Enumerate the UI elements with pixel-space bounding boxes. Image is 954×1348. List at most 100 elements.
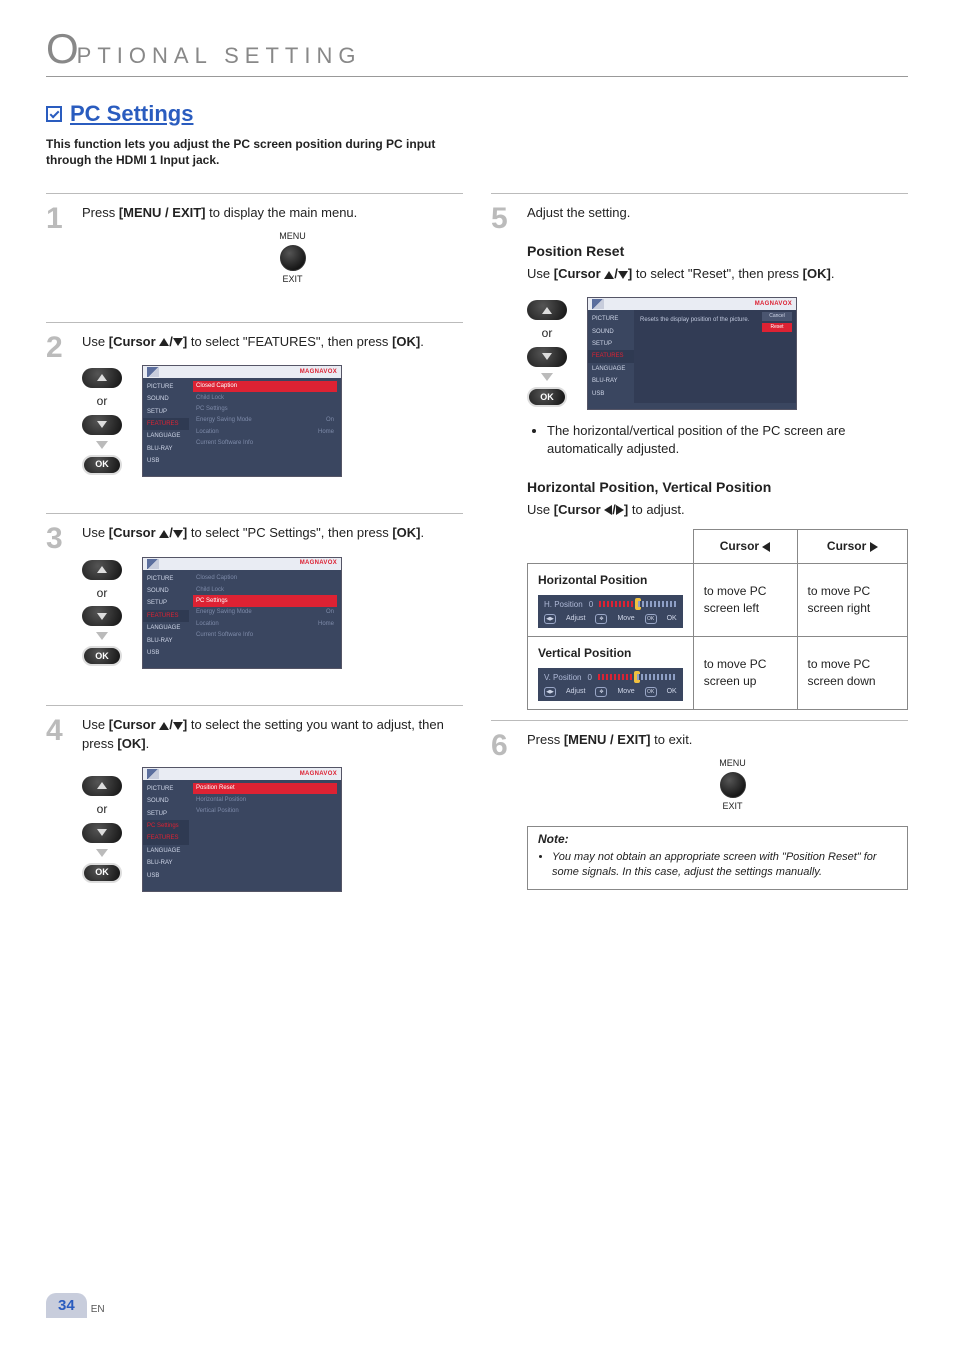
page-footer: 34 EN xyxy=(46,1293,105,1318)
pad-up-icon xyxy=(82,776,122,796)
osd-sidebar-item: LANGUAGE xyxy=(143,622,189,634)
move-icon: ✥ xyxy=(595,614,607,624)
reset-pre: Use xyxy=(527,266,554,281)
or-label: or xyxy=(97,393,108,410)
s5-text: Adjust the setting. xyxy=(527,205,630,220)
s2-ok: [OK] xyxy=(392,334,420,349)
right-column: 5 Adjust the setting. Position Reset Use… xyxy=(491,193,908,928)
osd-item: Vertical Position xyxy=(193,806,337,817)
osd-sidebar-item: BLU-RAY xyxy=(143,857,189,869)
osd-features-menu: MAGNAVOX PICTURE SOUND SETUP FEATURES LA… xyxy=(142,365,342,478)
osd-logo-icon xyxy=(147,769,159,779)
pad-up-icon xyxy=(82,560,122,580)
step-number: 1 xyxy=(46,204,70,285)
s3-pre: Use xyxy=(82,525,109,540)
osd-reset-button: Reset xyxy=(762,323,792,332)
reset-end: . xyxy=(831,266,835,281)
cursor-pad-graphic: or OK xyxy=(82,560,122,667)
row-title: Horizontal Position xyxy=(538,572,683,589)
osd-main-list: Closed Caption Child Lock PC Settings En… xyxy=(189,378,341,471)
osd-sidebar: PICTURE SOUND SETUP FEATURES LANGUAGE BL… xyxy=(588,310,634,403)
s2-bold: [Cursor xyxy=(109,334,160,349)
osd-sidebar-item: USB xyxy=(588,388,634,400)
osd-logo-icon xyxy=(592,299,604,309)
pad-up-icon xyxy=(527,300,567,320)
triangle-down-icon xyxy=(173,530,183,538)
osd-sidebar-item: BLU-RAY xyxy=(143,443,189,455)
osd-sidebar-item: PICTURE xyxy=(588,313,634,325)
step-number: 2 xyxy=(46,333,70,478)
osd-pc-settings-select: MAGNAVOX PICTURE SOUND SETUP FEATURES LA… xyxy=(142,557,342,670)
osd-sidebar-item: PICTURE xyxy=(143,381,189,393)
ok-icon: OK xyxy=(645,614,657,624)
triangle-left-icon xyxy=(762,542,770,552)
triangle-down-icon xyxy=(618,271,628,279)
osd-sidebar-item: SOUND xyxy=(143,795,189,807)
s4-bold: [Cursor xyxy=(109,717,160,732)
pad-down-icon xyxy=(527,347,567,367)
round-button-icon xyxy=(720,772,746,798)
note-item: You may not obtain an appropriate screen… xyxy=(552,850,891,881)
osd-item: Energy Saving ModeOn xyxy=(193,415,337,426)
cell-right: to move PC screen right xyxy=(797,563,908,636)
osd-sidebar-item: LANGUAGE xyxy=(143,845,189,857)
ok-icon: OK xyxy=(645,687,657,697)
reset-post: to select "Reset", then press xyxy=(632,266,802,281)
osd-reset-panel: MAGNAVOX PICTURE SOUND SETUP FEATURES LA… xyxy=(587,297,797,410)
step1-text-pre: Press xyxy=(82,205,119,220)
down-arrow-icon xyxy=(96,849,108,857)
triangle-up-icon xyxy=(159,530,169,538)
s4-ok: [OK] xyxy=(117,736,145,751)
osd-sidebar: PICTURE SOUND SETUP PC Settings FEATURES… xyxy=(143,780,189,885)
reset-ok: [OK] xyxy=(803,266,831,281)
osd-sidebar-item-selected: FEATURES xyxy=(588,350,634,362)
osd-item: Current Software Info xyxy=(193,630,337,641)
osd-sidebar-item: SETUP xyxy=(143,597,189,609)
cell-left: to move PC screen up xyxy=(693,636,797,709)
left-column: 1 Press [MENU / EXIT] to display the mai… xyxy=(46,193,463,928)
ok-button-icon: OK xyxy=(82,646,122,666)
ok-button-icon: OK xyxy=(82,863,122,883)
s6-post: to exit. xyxy=(651,732,693,747)
cursor-pad-graphic: or OK xyxy=(82,776,122,883)
step-number: 6 xyxy=(491,731,515,890)
page-number: 34 xyxy=(46,1293,87,1318)
reset-bullet: The horizontal/vertical position of the … xyxy=(547,422,908,458)
step-number: 5 xyxy=(491,204,515,710)
s4-pre: Use xyxy=(82,717,109,732)
osd-item: Child Lock xyxy=(193,392,337,403)
menu-exit-button-graphic: MENU EXIT xyxy=(557,757,908,812)
move-icon: ✥ xyxy=(595,687,607,697)
osd-main-list: Closed Caption Child Lock PC Settings En… xyxy=(189,570,341,663)
osd-cancel-button: Cancel xyxy=(762,312,792,321)
triangle-right-icon xyxy=(870,542,878,552)
step1-text-bold: [MENU / EXIT] xyxy=(119,205,206,220)
triangle-down-icon xyxy=(173,338,183,346)
down-arrow-icon xyxy=(96,441,108,449)
osd-item: PC Settings xyxy=(193,404,337,415)
osd-item: Closed Caption xyxy=(193,573,337,584)
position-reset-heading: Position Reset xyxy=(527,242,908,262)
s6-pre: Press xyxy=(527,732,564,747)
step-2: 2 Use [Cursor /] to select "FEATURES", t… xyxy=(46,322,463,478)
or-label: or xyxy=(97,585,108,602)
osd-sidebar-item: BLU-RAY xyxy=(588,375,634,387)
table-head-left: Cursor xyxy=(693,530,797,564)
osd-item: Current Software Info xyxy=(193,438,337,449)
osd-logo-icon xyxy=(147,559,159,569)
hv-heading: Horizontal Position, Vertical Position xyxy=(527,478,908,498)
page-header: O PTIONAL SETTING xyxy=(46,28,908,77)
hv-bold: [Cursor xyxy=(554,502,605,517)
exit-label: EXIT xyxy=(282,273,302,286)
osd-sidebar-item: SETUP xyxy=(588,338,634,350)
ok-button-icon: OK xyxy=(527,387,567,407)
table-row: Vertical Position V. Position 0 ◀▶Adjust… xyxy=(528,636,908,709)
triangle-up-icon xyxy=(159,722,169,730)
header-rest: PTIONAL SETTING xyxy=(77,41,362,72)
osd-sidebar-item: PICTURE xyxy=(143,573,189,585)
osd-logo-icon xyxy=(147,367,159,377)
step-5: 5 Adjust the setting. Position Reset Use… xyxy=(491,193,908,710)
osd-sidebar-item: LANGUAGE xyxy=(588,363,634,375)
osd-sidebar-item: SETUP xyxy=(143,406,189,418)
or-label: or xyxy=(542,325,553,342)
